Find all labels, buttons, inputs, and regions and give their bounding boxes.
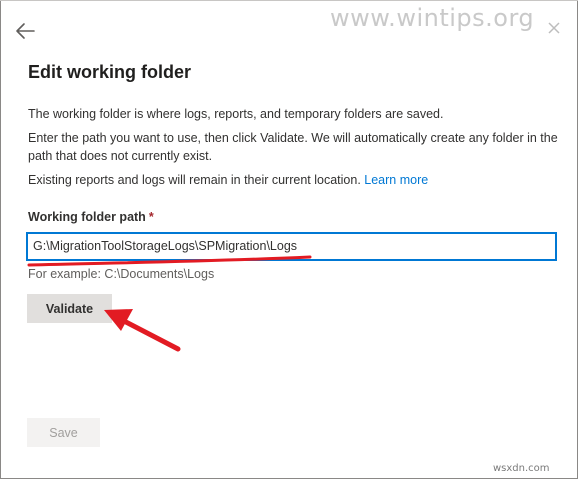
description-existing-text: Existing reports and logs will remain in…	[28, 173, 361, 187]
top-divider	[0, 0, 578, 1]
working-folder-label-text: Working folder path	[28, 210, 146, 224]
learn-more-link[interactable]: Learn more	[364, 173, 428, 187]
save-button[interactable]: Save	[27, 418, 100, 447]
page-title: Edit working folder	[28, 62, 192, 82]
back-button[interactable]	[14, 20, 38, 42]
path-example: For example: C:\Documents\Logs	[28, 267, 215, 281]
working-folder-label: Working folder path *	[28, 210, 154, 224]
site-watermark: www.wintips.org	[330, 4, 535, 32]
description-existing: Existing reports and logs will remain in…	[28, 171, 558, 189]
validate-button[interactable]: Validate	[27, 294, 112, 323]
working-folder-path-input[interactable]: G:\MigrationToolStorageLogs\SPMigration\…	[26, 232, 557, 261]
arrow-left-icon	[16, 23, 35, 39]
close-icon	[548, 22, 560, 34]
description-saved: The working folder is where logs, report…	[28, 107, 444, 121]
description-validate: Enter the path you want to use, then cli…	[28, 131, 558, 163]
required-mark: *	[148, 210, 154, 224]
close-button[interactable]	[546, 20, 562, 36]
corner-watermark: wsxdn.com	[493, 463, 550, 474]
